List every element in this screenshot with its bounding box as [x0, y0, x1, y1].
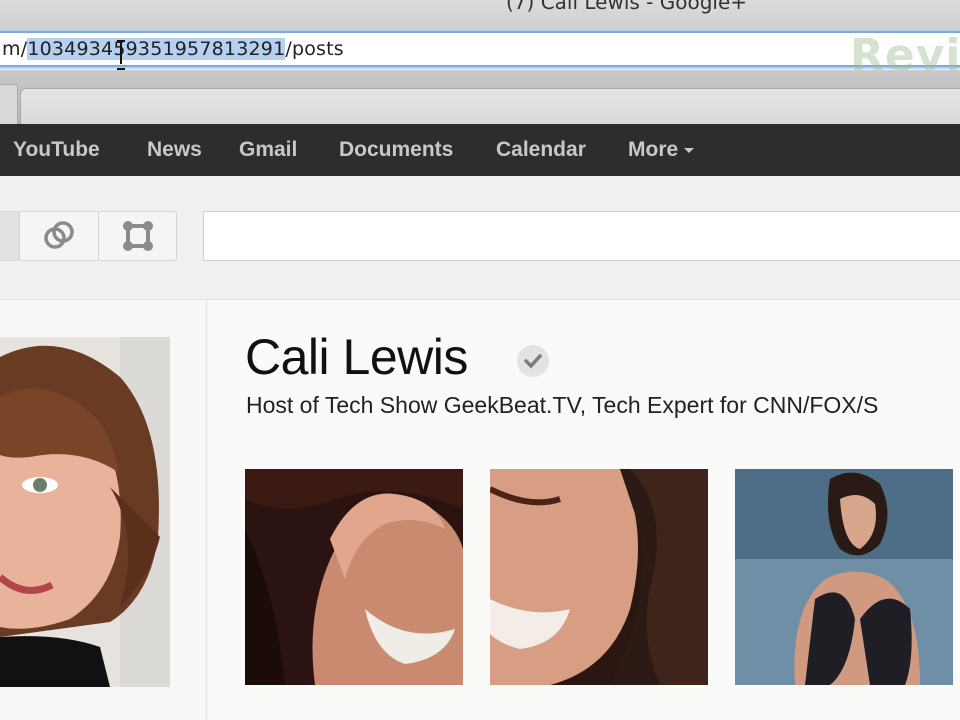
profile-avatar[interactable] — [0, 337, 170, 687]
google-bar: YouTube News Gmail Documents Calendar Mo… — [0, 124, 960, 176]
photo-image — [245, 469, 463, 685]
checkmark-icon — [524, 354, 542, 369]
hangouts-icon — [122, 221, 153, 251]
circles-button[interactable] — [19, 211, 99, 261]
browser-window: (7) Cali Lewis - Google+ m/1034934593519… — [0, 0, 960, 720]
bookmarks-bar — [20, 88, 960, 124]
hangouts-button[interactable] — [98, 211, 177, 261]
browser-tab[interactable] — [0, 84, 18, 124]
search-input[interactable] — [203, 211, 960, 261]
gplus-toolbar — [0, 176, 960, 300]
photo-image — [490, 469, 708, 685]
gbar-item-youtube[interactable]: YouTube — [13, 138, 100, 162]
gbar-more-label: More — [628, 138, 679, 161]
chevron-down-icon — [684, 147, 695, 153]
photo-image — [735, 469, 953, 685]
gbar-item-more[interactable]: More — [628, 138, 695, 162]
title-bar: (7) Cali Lewis - Google+ — [0, 0, 960, 30]
avatar-photo — [0, 337, 170, 687]
stream-button[interactable] — [0, 211, 20, 261]
profile-photo-1[interactable] — [245, 469, 463, 685]
url-text[interactable]: m/103493459351957813291/posts — [2, 38, 344, 60]
url-selected-text: 103493459351957813291 — [27, 38, 286, 60]
verified-check-icon — [517, 345, 549, 377]
tab-strip — [0, 70, 960, 124]
gbar-item-calendar[interactable]: Calendar — [496, 138, 586, 162]
window-title: (7) Cali Lewis - Google+ — [506, 0, 748, 14]
profile-photo-3[interactable] — [735, 469, 953, 685]
profile-tagline: Host of Tech Show GeekBeat.TV, Tech Expe… — [246, 392, 879, 418]
address-bar[interactable]: m/103493459351957813291/posts — [0, 31, 960, 67]
gbar-item-documents[interactable]: Documents — [339, 138, 453, 162]
profile-name: Cali Lewis — [245, 329, 468, 385]
url-prefix: m/ — [2, 38, 28, 60]
text-cursor-icon — [117, 40, 125, 70]
profile-photo-2[interactable] — [490, 469, 708, 685]
gbar-item-gmail[interactable]: Gmail — [239, 138, 297, 162]
url-suffix: /posts — [285, 38, 344, 60]
gbar-item-news[interactable]: News — [147, 138, 202, 162]
circles-icon — [44, 221, 74, 249]
